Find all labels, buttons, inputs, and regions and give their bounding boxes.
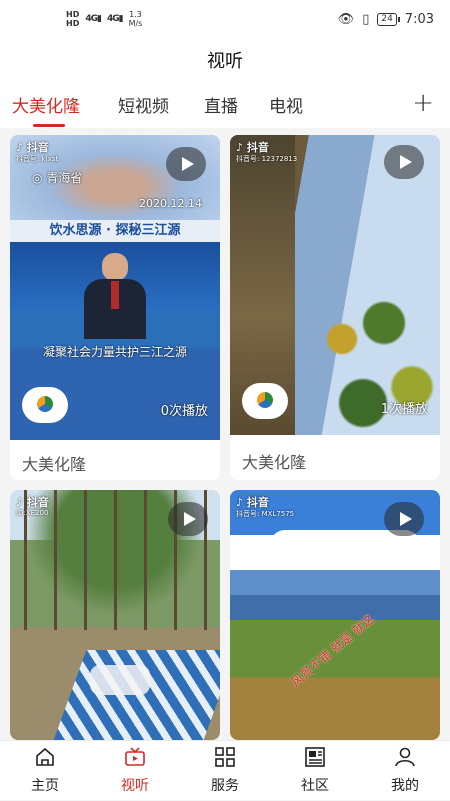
play-count: 1次播放 xyxy=(380,402,428,417)
tab-damei-hualong[interactable]: 大美化隆 xyxy=(12,92,80,117)
video-date: 2020.12.14 xyxy=(139,197,202,210)
picnic-items xyxy=(90,665,150,695)
card-title: 大美化隆 xyxy=(242,453,307,472)
nav-home-label: 主页 xyxy=(31,778,59,794)
douyin-logo: ♪ 抖音 xyxy=(16,141,49,154)
vibrate-icon: ▯ xyxy=(362,12,370,27)
douyin-id: 抖音号: 12372813 xyxy=(236,155,298,163)
speed-value: 1.3 xyxy=(129,10,142,19)
douyin-logo: ♪ 抖音 xyxy=(236,141,269,154)
news-icon xyxy=(305,747,325,767)
network-speed: 1.3 M/s xyxy=(129,10,143,28)
hd-label-2: HD xyxy=(66,19,80,28)
anchor-tie xyxy=(111,281,119,309)
status-bar: HD HD 4G▮ 4G▮ 1.3 M/s 👁 ▯ 24 7:03 xyxy=(0,0,450,40)
news-banner: 饮水思源 · 探秘三江源 xyxy=(10,220,220,242)
play-icon[interactable] xyxy=(384,502,424,536)
nav-audiovisual-label: 视听 xyxy=(121,778,149,794)
eye-icon: 👁 xyxy=(337,12,355,27)
video-card[interactable]: ♪ 抖音 ID:XE200 xyxy=(10,490,220,740)
video-card[interactable]: ♪ 抖音 抖音号: 12372813 1次播放 大美化隆 xyxy=(230,135,440,480)
play-icon[interactable] xyxy=(168,502,208,536)
video-card[interactable]: ♪ 抖音 抖音号: klxst ◎ 青海省 2020.12.14 饮水思源 · … xyxy=(10,135,220,480)
play-icon[interactable] xyxy=(384,145,424,179)
nav-audiovisual[interactable]: 视听 xyxy=(90,741,180,801)
douyin-id: ID:XE200 xyxy=(16,509,49,517)
tab-tv[interactable]: 电视 xyxy=(269,92,303,117)
card-title: 大美化隆 xyxy=(22,455,87,474)
douyin-logo: ♪ 抖音 xyxy=(236,496,269,509)
signal-icon-1: 4G▮ xyxy=(85,14,102,24)
video-overlay-text: 风景不错 就是 就这 xyxy=(288,611,377,690)
nav-services-label: 服务 xyxy=(211,778,239,794)
home-icon xyxy=(36,747,54,766)
nav-profile-label: 我的 xyxy=(391,778,419,794)
battery-icon: 24 xyxy=(377,13,401,26)
douyin-id: 抖音号: MXL7575 xyxy=(236,510,295,518)
tv-station-logo xyxy=(22,387,68,423)
play-count: 0次播放 xyxy=(160,404,208,419)
person-icon xyxy=(395,747,415,767)
hd-label-1: HD xyxy=(66,10,80,19)
bottom-navigation: 主页 视听 服务 社区 我的 xyxy=(0,740,450,800)
nav-community-label: 社区 xyxy=(301,778,329,794)
location-tag: ◎ 青海省 xyxy=(32,171,83,185)
nav-services[interactable]: 服务 xyxy=(180,741,270,801)
tv-station-logo xyxy=(242,383,288,419)
play-icon[interactable] xyxy=(166,147,206,181)
tab-short-video[interactable]: 短视频 xyxy=(118,92,169,117)
nav-community[interactable]: 社区 xyxy=(270,741,360,801)
douyin-id: 抖音号: klxst xyxy=(16,155,59,163)
nav-profile[interactable]: 我的 xyxy=(360,741,450,801)
douyin-logo: ♪ 抖音 xyxy=(16,496,49,509)
tv-icon xyxy=(125,747,145,766)
page-title: 视听 xyxy=(0,40,450,84)
grid-icon xyxy=(215,747,235,767)
hd-indicator: HD HD xyxy=(66,10,79,28)
video-card[interactable]: 风景不错 就是 就这 ♪ 抖音 抖音号: MXL7575 xyxy=(230,490,440,740)
speed-unit: M/s xyxy=(128,19,143,28)
add-channel-icon[interactable]: + xyxy=(412,88,434,118)
tab-live[interactable]: 直播 xyxy=(204,92,238,117)
anchor-head xyxy=(102,253,128,281)
clock: 7:03 xyxy=(404,12,434,27)
signal-icon-2: 4G▮ xyxy=(106,14,124,24)
nav-home[interactable]: 主页 xyxy=(0,741,90,801)
video-thumbnail: ♪ 抖音 抖音号: 12372813 1次播放 xyxy=(230,135,440,435)
category-tabs: 大美化隆 短视频 直播 电视 + xyxy=(0,84,450,128)
picnic-blanket xyxy=(53,650,220,740)
video-caption: 凝聚社会力量共护三江之源 xyxy=(42,345,187,359)
active-tab-indicator xyxy=(33,124,65,127)
